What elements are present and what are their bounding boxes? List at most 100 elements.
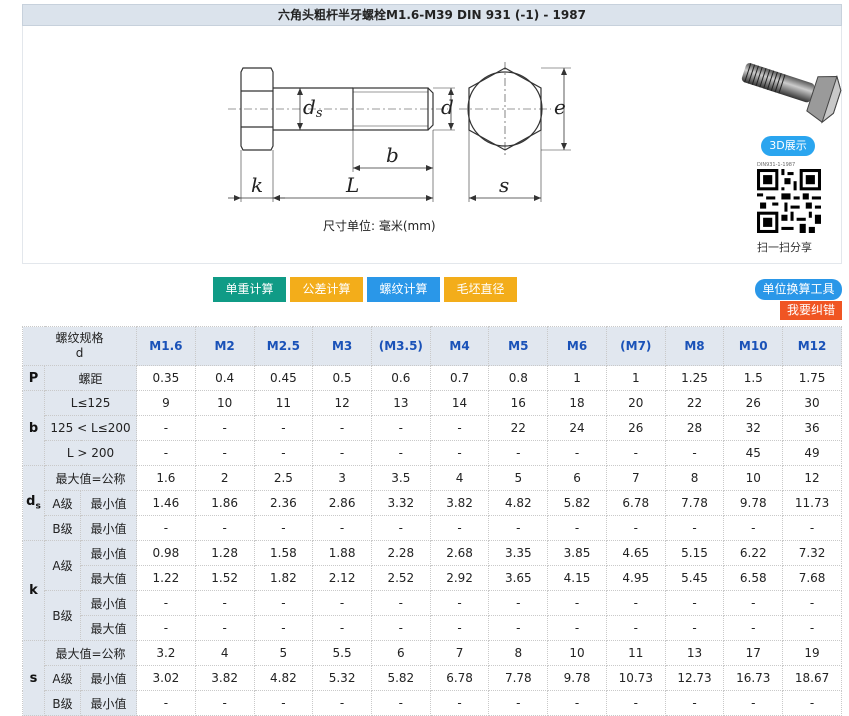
- page-title: 六角头粗杆半牙螺栓M1.6-M39 DIN 931 (-1) - 1987: [22, 4, 842, 26]
- size-header: (M3.5): [370, 326, 431, 366]
- table-cell: 3.32: [370, 490, 431, 516]
- size-header: M10: [723, 326, 784, 366]
- table-cell: 3.5: [370, 465, 431, 491]
- dim-label-d: d: [441, 95, 454, 119]
- table-cell: 3.65: [488, 565, 549, 591]
- table-row: A级 最小值 3.02 3.82 4.82 5.32 5.82 6.78 7.78 9.78 1…: [23, 665, 842, 691]
- table-cell: 10: [194, 390, 255, 416]
- row-label: L≤125: [43, 390, 138, 416]
- grade-label: B级: [44, 590, 81, 641]
- table-cell: 1.22: [136, 565, 196, 591]
- table-cell: -: [194, 690, 255, 716]
- table-cell: 0.5: [312, 365, 372, 391]
- table-cell: 7.32: [782, 540, 842, 566]
- table-cell: -: [253, 690, 314, 716]
- table-cell: 45: [723, 440, 784, 466]
- table-cell: 7.68: [782, 565, 842, 591]
- table-cell: -: [605, 440, 666, 466]
- table-row: ds 最大值=公称 1.6 2 2.5 3 3.5 4 5 6 7 8 10 12: [22, 465, 842, 541]
- size-header: M3: [312, 326, 372, 366]
- table-cell: 2.28: [370, 540, 431, 566]
- table-cell: -: [370, 515, 431, 541]
- table-cell: -: [488, 690, 549, 716]
- grade-label: A级: [44, 665, 81, 691]
- report-error-button[interactable]: 我要纠错: [780, 301, 842, 320]
- table-header-row: 螺纹规格 d M1.6 M2 M2.5 M3 (M3.5) M4 M5 M6 (…: [21, 326, 842, 366]
- table-cell: -: [488, 590, 549, 616]
- table-cell: 2.86: [312, 490, 372, 516]
- table-cell: 3.82: [194, 665, 255, 691]
- table-cell: -: [723, 690, 784, 716]
- table-cell: -: [723, 615, 784, 641]
- table-cell: 4.95: [605, 565, 666, 591]
- dim-label-s: s: [499, 173, 509, 197]
- table-cell: 7: [605, 465, 666, 491]
- weight-calc-button[interactable]: 单重计算: [213, 277, 286, 302]
- table-cell: 16.73: [723, 665, 784, 691]
- table-cell: -: [429, 590, 490, 616]
- tolerance-calc-button[interactable]: 公差计算: [290, 277, 363, 302]
- table-cell: 5.82: [370, 665, 431, 691]
- row-label: 最小值: [79, 490, 138, 516]
- unit-note: 尺寸单位: 毫米(mm): [323, 219, 436, 233]
- table-cell: 1.52: [194, 565, 255, 591]
- row-label: 螺距: [43, 365, 138, 391]
- table-cell: 10: [723, 465, 784, 491]
- table-cell: 1: [547, 365, 607, 391]
- table-cell: -: [782, 590, 842, 616]
- table-cell: -: [605, 590, 666, 616]
- bolt-3d-preview[interactable]: [733, 46, 843, 131]
- row-symbol: k: [22, 540, 45, 641]
- table-cell: 10: [547, 640, 607, 666]
- table-cell: -: [664, 515, 725, 541]
- table-cell: 12: [782, 465, 842, 491]
- table-cell: 1.6: [136, 465, 196, 491]
- table-cell: 0.4: [194, 365, 255, 391]
- table-cell: -: [782, 690, 842, 716]
- table-cell: -: [782, 515, 842, 541]
- table-cell: 6.78: [429, 665, 490, 691]
- row-label: 最大值: [79, 565, 138, 591]
- thread-calc-button[interactable]: 螺纹计算: [367, 277, 440, 302]
- table-cell: 3.35: [488, 540, 549, 566]
- table-cell: -: [253, 440, 314, 466]
- table-cell: -: [370, 590, 431, 616]
- table-cell: 6.78: [605, 490, 666, 516]
- dim-label-b: b: [386, 143, 399, 167]
- table-cell: 5.15: [664, 540, 725, 566]
- table-cell: -: [488, 515, 549, 541]
- unit-convert-button[interactable]: 单位换算工具: [755, 279, 842, 300]
- table-cell: 3: [312, 465, 372, 491]
- table-cell: 6: [370, 640, 431, 666]
- table-cell: 17: [723, 640, 784, 666]
- 3d-view-button[interactable]: 3D展示: [761, 136, 815, 156]
- table-cell: -: [664, 690, 725, 716]
- table-cell: -: [429, 415, 490, 441]
- table-cell: -: [723, 590, 784, 616]
- table-cell: 4.65: [605, 540, 666, 566]
- grade-label: A级: [44, 540, 81, 591]
- table-cell: 11: [253, 390, 314, 416]
- table-cell: -: [194, 615, 255, 641]
- table-cell: 30: [782, 390, 842, 416]
- table-cell: 0.7: [429, 365, 490, 391]
- table-cell: 5.5: [312, 640, 372, 666]
- table-cell: 6.22: [723, 540, 784, 566]
- size-header: M5: [488, 326, 549, 366]
- table-cell: 2.36: [253, 490, 314, 516]
- spec-table: 螺纹规格 d M1.6 M2 M2.5 M3 (M3.5) M4 M5 M6 (…: [21, 326, 842, 716]
- table-cell: 11: [605, 640, 666, 666]
- blank-diameter-button[interactable]: 毛坯直径: [444, 277, 517, 302]
- table-cell: -: [370, 690, 431, 716]
- row-label: 最小值: [79, 590, 138, 616]
- table-cell: 7: [429, 640, 490, 666]
- table-cell: -: [312, 440, 372, 466]
- table-row: B级 最小值 ------------: [23, 590, 842, 641]
- table-cell: 0.35: [136, 365, 196, 391]
- table-cell: 4.15: [547, 565, 607, 591]
- table-cell: 2.68: [429, 540, 490, 566]
- table-cell: 1.46: [136, 490, 196, 516]
- table-cell: 4.82: [253, 665, 314, 691]
- table-cell: 2.92: [429, 565, 490, 591]
- table-row: k A级 最小值 0.98 1.28 1.58 1.88 2.28 2.68 3.35 3.8…: [22, 540, 842, 641]
